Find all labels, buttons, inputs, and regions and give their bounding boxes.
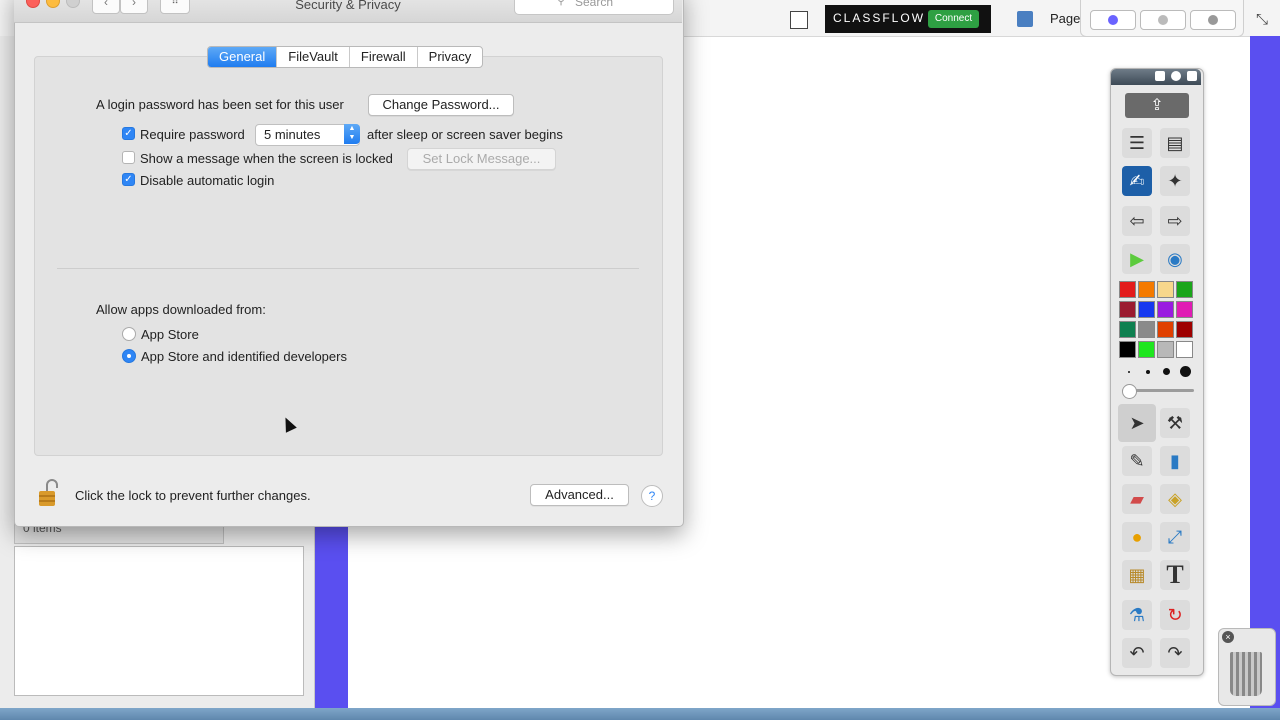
palette-close-icon[interactable] [1187,71,1197,81]
pen-size-slider-handle[interactable] [1122,384,1137,399]
globe-icon[interactable]: ◉ [1160,244,1190,274]
show-message-checkbox[interactable] [122,151,135,164]
fill-bucket-icon[interactable]: ◈ [1160,484,1190,514]
color-swatch[interactable] [1119,341,1136,358]
pause-button[interactable] [1140,10,1186,30]
palette-collapse-icon[interactable] [1171,71,1181,81]
login-password-text: A login password has been set for this u… [96,97,344,112]
color-swatch[interactable] [1176,301,1193,318]
page-icon[interactable] [1017,11,1033,27]
floating-mini-panel [1080,0,1244,37]
allow-apps-heading: Allow apps downloaded from: [96,302,266,317]
color-swatch[interactable] [1138,321,1155,338]
undo-icon[interactable]: ↶ [1122,638,1152,668]
connector-icon[interactable]: ⤢ [1160,522,1190,552]
after-sleep-text: after sleep or screen saver begins [367,127,563,142]
lock-status-text: Click the lock to prevent further change… [75,488,311,503]
stop-button[interactable] [1190,10,1236,30]
refresh-icon[interactable]: ↻ [1160,600,1190,630]
section-divider [57,268,639,269]
color-swatch[interactable] [1176,281,1193,298]
color-swatch[interactable] [1157,281,1174,298]
require-password-interval-select[interactable]: 5 minutes ▲ ▼ [255,124,360,146]
trash-icon[interactable] [1230,652,1262,696]
dock [0,708,1280,720]
clapperboard-icon[interactable]: ▦ [1122,560,1152,590]
tab-filevault[interactable]: FileVault [276,47,349,67]
disable-automatic-login-checkbox[interactable]: ✓ [122,173,135,186]
color-swatch[interactable] [1176,321,1193,338]
help-button[interactable]: ? [641,485,663,507]
fullscreen-icon[interactable]: ⤡ [1256,11,1268,28]
eraser-icon[interactable]: ▰ [1122,484,1152,514]
pen-icon[interactable]: ✎ [1122,446,1152,476]
previous-page-icon[interactable]: ⇦ [1122,206,1152,236]
chevron-updown-icon: ▲ ▼ [344,124,360,144]
select-arrow-icon[interactable]: ➤ [1122,408,1152,438]
hammer-wrench-icon[interactable]: ⚒ [1160,408,1190,438]
require-password-label: Require password [140,127,245,142]
pen-size-l-icon[interactable] [1180,366,1191,377]
left-panel-list [14,546,304,696]
unlocked-padlock-icon[interactable] [38,478,58,508]
disable-automatic-login-label: Disable automatic login [140,173,275,188]
color-swatch[interactable] [1119,301,1136,318]
connect-button[interactable]: Connect [928,10,979,28]
text-tool-icon[interactable]: T [1160,560,1190,590]
change-password-button[interactable]: Change Password... [368,94,514,116]
classflow-brand-text: CLASSFLOW [833,11,926,25]
record-button[interactable] [1090,10,1136,30]
show-message-label: Show a message when the screen is locked [140,151,393,166]
redo-icon[interactable]: ↷ [1160,638,1190,668]
document-icon[interactable] [790,11,808,29]
pen-size-xs-icon[interactable] [1128,371,1130,373]
color-swatch[interactable] [1157,321,1174,338]
color-swatch[interactable] [1119,281,1136,298]
color-swatch[interactable] [1138,281,1155,298]
flask-icon[interactable]: ⚗ [1122,600,1152,630]
tab-general[interactable]: General [208,47,277,67]
set-lock-message-button[interactable]: Set Lock Message... [407,148,556,170]
pen-size-s-icon[interactable] [1146,370,1150,374]
tools-icon[interactable]: ✦ [1160,166,1190,196]
color-swatch[interactable] [1138,341,1155,358]
search-placeholder: Search [575,0,614,9]
shapes-icon[interactable]: ● [1122,522,1152,552]
identified-developers-radio[interactable] [122,349,136,363]
color-swatch[interactable] [1176,341,1193,358]
play-icon[interactable]: ▶ [1122,244,1152,274]
tab-firewall[interactable]: Firewall [348,47,417,67]
tab-bar: General FileVault Firewall Privacy [207,46,484,68]
close-icon[interactable]: × [1222,631,1234,643]
pen-size-m-icon[interactable] [1163,368,1170,375]
tab-privacy[interactable]: Privacy [416,47,483,67]
next-page-icon[interactable]: ⇨ [1160,206,1190,236]
general-pane [34,56,663,456]
app-store-label: App Store [141,327,199,342]
color-swatch[interactable] [1157,301,1174,318]
color-swatch[interactable] [1157,341,1174,358]
share-icon[interactable]: ⇪ [1125,93,1189,118]
flipchart-border-right [1250,36,1280,720]
interval-value: 5 minutes [264,127,321,142]
flipchart-icon[interactable]: ☰ [1122,128,1152,158]
handwriting-icon[interactable]: ✍ [1122,166,1152,196]
require-password-checkbox[interactable]: ✓ [122,127,135,140]
app-store-radio[interactable] [122,327,136,341]
search-input[interactable]: ⚲ Search [514,0,674,15]
palette-menu-icon[interactable] [1155,71,1165,81]
search-icon: ⚲ [557,0,566,7]
page-label: Page [1050,11,1081,26]
color-swatch[interactable] [1138,301,1155,318]
highlighter-icon[interactable]: ▮ [1160,446,1190,476]
color-swatch[interactable] [1119,321,1136,338]
identified-developers-label: App Store and identified developers [141,349,347,364]
advanced-button[interactable]: Advanced... [530,484,629,506]
contact-card-icon[interactable]: ▤ [1160,128,1190,158]
